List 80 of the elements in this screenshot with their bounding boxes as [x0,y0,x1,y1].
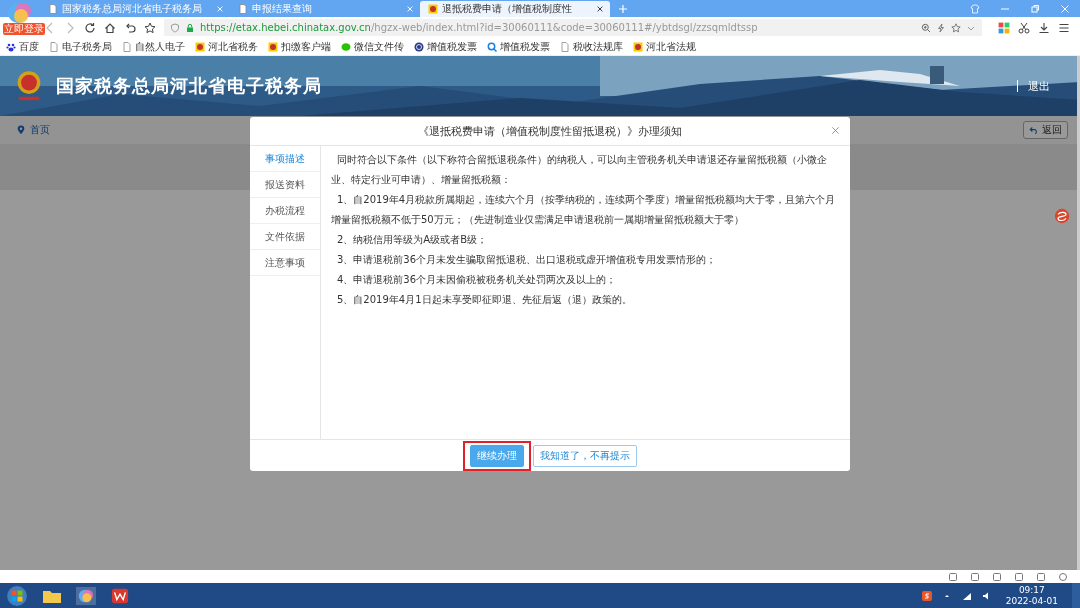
emblem-icon [195,41,205,52]
logout-link[interactable]: 退出 [1028,78,1050,94]
home-icon[interactable] [104,21,116,34]
bookmark-label: 微信文件传 [354,39,404,54]
scissors-icon[interactable] [1018,21,1030,34]
back-button[interactable]: 返回 [1023,121,1068,139]
undo-icon[interactable] [124,21,136,34]
bookmark-item[interactable]: 增值税发票 [487,39,550,54]
bookmark-label: 税收法规库 [573,39,623,54]
lightning-icon[interactable] [936,22,946,33]
globe-icon [414,41,424,52]
emblem-icon [633,41,643,52]
paragraph: 4、申请退税前36个月未因偷税被税务机关处罚两次及以上的； [336,273,618,287]
bookmark-item[interactable]: 电子税务局 [49,39,112,54]
paragraph: 3、申请退税前36个月未发生骗取留抵退税、出口退税或虚开增值税专用发票情形的； [336,253,718,267]
page-icon [49,41,59,52]
paragraph: 1、自2019年4月税款所属期起，连续六个月（按季纳税的，连续两个季度）增量留抵税额均大于零，且第六个月增量留抵税额不低于50万元；（先进制造业仅需满足申请退税前一属期增量留抵税额大于零） [331,193,837,227]
page-icon [122,41,132,52]
home-link[interactable]: 首页 [16,123,50,137]
input-method-icon[interactable] [921,590,932,601]
paw-icon [6,41,16,52]
shield-icon [170,22,180,33]
bookmark-item[interactable]: 税收法规库 [560,39,623,54]
restore-icon[interactable] [1030,3,1040,14]
nav-tab[interactable]: 事项描述 [250,146,320,172]
bookmark-label: 增值税发票 [427,39,477,54]
site-title: 国家税务总局河北省电子税务局 [56,74,322,98]
bookmark-item[interactable]: 河北省税务 [195,39,258,54]
bookmark-item[interactable]: 自然人电子 [122,39,185,54]
lock-icon [185,22,195,33]
browser-logo-icon[interactable] [76,586,96,605]
bookmark-label: 自然人电子 [135,39,185,54]
tab-title: 申报结果查询 [252,2,313,16]
close-icon[interactable] [596,5,604,13]
tab-title: 国家税务总局河北省电子税务局 [62,2,203,16]
bookmark-item[interactable]: 增值税发票 [414,39,477,54]
page-icon [560,41,570,52]
dismiss-button[interactable]: 我知道了，不再提示 [533,444,637,467]
chat-icon [341,41,351,52]
emblem-icon [268,41,278,52]
apps-grid-icon[interactable] [998,21,1010,34]
paragraph: 2、纳税信用等级为A级或者B级； [336,233,489,247]
star-icon[interactable] [951,22,961,33]
zoom-icon[interactable] [921,22,931,33]
url-text: https://etax.hebei.chinatax.gov.cn/hgzx-web/index.html?id=30060111&code=30060111#/ybtdsgl/zzsqmldtssp [200,22,758,33]
dialog-title: 《退抵税费申请（增值税制度性留抵退税）》办理须知 [418,123,682,139]
paragraph: 同时符合以下条件（以下称符合留抵退税条件）的纳税人，可以向主管税务机关申请退还存量留抵税额（小微企业、特定行业可申请）、增量留抵税额： [331,153,828,187]
menu-icon[interactable] [1058,21,1070,34]
download-icon[interactable] [1038,21,1050,34]
logo-icon [1054,208,1070,224]
return-arrow-icon [1029,125,1039,135]
wps-icon[interactable] [110,586,130,605]
login-badge[interactable]: 立即登录 [3,23,45,35]
bookmark-label: 扣缴客户端 [281,39,331,54]
page-icon [48,4,58,14]
nav-tab[interactable]: 文件依据 [250,224,320,250]
nav-tab[interactable]: 注意事项 [250,250,320,276]
reload-icon[interactable] [84,21,96,34]
browser-tab[interactable]: 退抵税费申请（增值税制度性 [420,1,610,17]
emblem-icon [428,4,438,14]
bookmark-item[interactable]: 河北省法规 [633,39,696,54]
paragraph: 5、自2019年4月1日起未享受即征即退、先征后返（退）政策的。 [336,293,633,307]
signal-icon[interactable] [961,590,972,601]
nav-tab[interactable]: 办税流程 [250,198,320,224]
tab-title: 退抵税费申请（增值税制度性 [442,2,573,16]
bookmark-label: 百度 [19,39,39,54]
start-button[interactable] [6,584,28,607]
location-pin-icon [16,125,26,135]
bookmark-item[interactable]: 百度 [6,39,39,54]
clock-time: 09:17 [1018,584,1045,596]
bookmark-label: 电子税务局 [62,39,112,54]
nav-tab[interactable]: 报送资料 [250,172,320,198]
bookmark-label: 增值税发票 [500,39,550,54]
bookmark-label: 河北省税务 [208,39,258,54]
bookmark-item[interactable]: 微信文件传 [341,39,404,54]
clock-date: 2022-04-01 [1005,595,1058,607]
star-icon[interactable] [144,21,156,34]
bookmark-item[interactable]: 扣缴客户端 [268,39,331,54]
page-icon [238,4,248,14]
bookmark-label: 河北省法规 [646,39,696,54]
